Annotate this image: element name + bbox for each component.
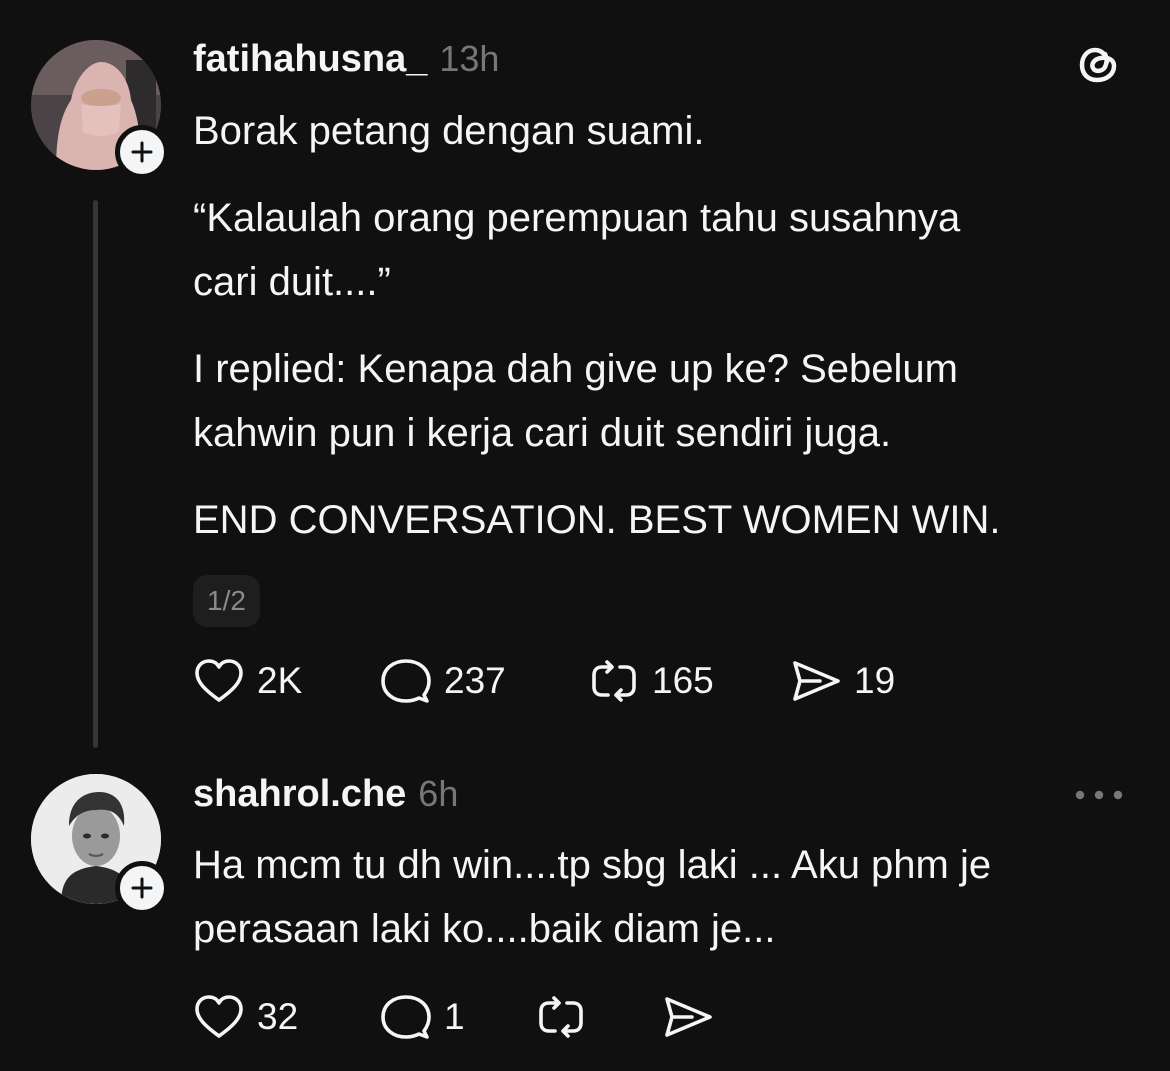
username[interactable]: shahrol.che — [193, 773, 406, 815]
comment-icon — [381, 995, 431, 1039]
share-count: 19 — [854, 660, 896, 701]
share-icon — [793, 661, 840, 701]
comment-icon — [381, 659, 431, 703]
post-header: fatihahusna_ 13h — [193, 38, 499, 81]
share-button[interactable] — [662, 993, 714, 1041]
follow-button[interactable] — [115, 125, 169, 179]
threads-logo-icon[interactable] — [1075, 40, 1123, 93]
plus-icon — [131, 877, 153, 899]
reply-text: Ha mcm tu dh win....tp sbg laki ... Aku … — [193, 843, 992, 951]
repost-count: 165 — [652, 660, 714, 701]
reply-count: 237 — [444, 660, 506, 701]
post-paragraph: I replied: Kenapa dah give up ke? Sebelu… — [193, 347, 958, 455]
post-paragraph: END CONVERSATION. BEST WOMEN WIN. — [193, 498, 1001, 542]
thread-line — [93, 200, 98, 748]
reply-button[interactable]: 1 — [380, 993, 465, 1041]
follow-button[interactable] — [115, 861, 169, 915]
like-count: 2K — [257, 660, 303, 701]
like-button[interactable]: 2K — [193, 657, 302, 705]
reply-body: Ha mcm tu dh win....tp sbg laki ... Aku … — [193, 833, 991, 961]
reply-header: shahrol.che 6h — [193, 773, 458, 816]
like-count: 32 — [257, 996, 299, 1037]
share-icon — [665, 997, 712, 1037]
repost-icon — [592, 660, 636, 702]
post-body: Borak petang dengan suami. “Kalaulah ora… — [193, 99, 1000, 552]
plus-icon — [131, 141, 153, 163]
reply-button[interactable]: 237 — [380, 657, 506, 705]
share-button[interactable]: 19 — [790, 657, 895, 705]
heart-icon — [195, 995, 243, 1038]
reply-count: 1 — [444, 996, 465, 1037]
username[interactable]: fatihahusna_ — [193, 38, 427, 80]
post-paragraph: Borak petang dengan suami. — [193, 109, 705, 153]
reply-time: 6h — [418, 773, 459, 814]
repost-button[interactable] — [535, 993, 587, 1041]
post-paragraph: “Kalaulah orang perempuan tahu susahnya … — [193, 196, 961, 304]
page-indicator: 1/2 — [193, 575, 260, 627]
like-button[interactable]: 32 — [193, 993, 298, 1041]
heart-icon — [195, 659, 243, 702]
repost-button[interactable]: 165 — [588, 657, 714, 705]
repost-icon — [539, 996, 583, 1038]
post-time: 13h — [439, 38, 500, 79]
more-icon[interactable] — [1074, 785, 1124, 810]
